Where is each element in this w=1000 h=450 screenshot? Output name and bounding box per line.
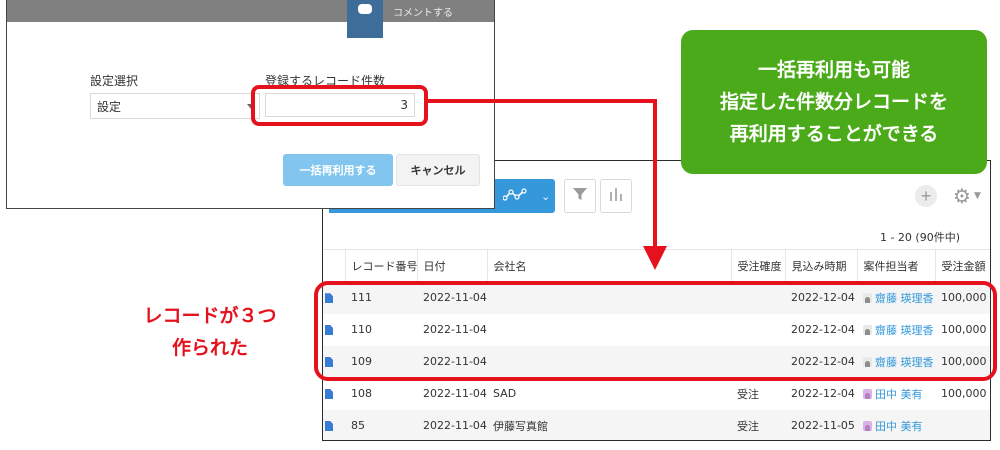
note-line: レコードが３つ [143,305,277,327]
cell-owner: 田中 美有 [857,409,935,440]
cell-probability: 受注 [737,387,759,401]
avatar [863,420,872,431]
cell-record-number: 85 [345,409,417,440]
note-line: 作られた [171,337,248,359]
cell-expected: 2022-12-04 [791,387,855,400]
gear-icon: ⚙ [953,184,971,208]
input-highlight-box [251,85,428,126]
header-record-number[interactable]: レコード番号 [344,249,417,282]
owner-link[interactable]: 田中 美有 [875,418,923,434]
cell-amount [935,409,990,440]
table-row[interactable]: 85 2022-11-04 伊藤写真館 受注 2022-11-05 田中 美有 [323,409,990,440]
settings-select[interactable]: 設定 [90,93,260,119]
header-company[interactable]: 会社名 [486,249,731,282]
table-row[interactable]: 108 2022-11-04 SAD 受注 2022-12-04 田中 美有 1… [323,378,990,410]
avatar [863,388,872,399]
chevron-down-icon: ⌄ [541,189,551,203]
red-note: レコードが３つ 作られた [120,300,300,364]
callout-line: 指定した件数分レコードを [719,91,948,113]
settings-button[interactable]: ⚙ ▼ [953,183,981,209]
cell-date: 2022-11-04 [423,387,487,400]
settings-select-label: 設定選択 [90,74,139,88]
cell-record-number: 108 [351,387,372,400]
table-header-row: レコード番号 日付 会社名 受注確度 見込み時期 案件担当者 受注金額 [323,249,990,282]
owner-link[interactable]: 田中 美有 [875,386,923,402]
bulk-reuse-button[interactable]: 一括再利用する [283,154,393,186]
cell-company[interactable]: SAD [487,378,731,410]
graph-icon [502,187,529,206]
chevron-down-icon: ▼ [973,191,981,201]
cancel-button[interactable]: キャンセル [396,154,480,186]
cell-probability: 受注 [731,409,785,440]
comment-label: コメントする [393,8,453,19]
header-expected[interactable]: 見込み時期 [784,249,857,282]
header-icon-col [323,249,345,282]
pagination-info: 1 - 20 (90件中) [879,231,960,244]
comment-icon[interactable] [347,0,383,38]
chart-button[interactable] [600,179,632,213]
header-amount[interactable]: 受注金額 [934,249,990,282]
cell-date: 2022-11-04 [417,409,487,440]
settings-select-value: 設定 [97,99,122,114]
callout-line: 再利用することができる [729,123,939,145]
rows-highlight-box [314,281,997,381]
plus-icon: + [920,186,932,206]
cell-amount: 100,000 [941,387,987,400]
header-date[interactable]: 日付 [416,249,487,282]
add-record-button[interactable]: + [915,185,937,207]
cell-expected: 2022-11-05 [785,409,857,440]
filter-button[interactable] [564,179,596,213]
header-owner[interactable]: 案件担当者 [856,249,935,282]
record-detail-icon[interactable] [325,389,333,399]
callout-line: 一括再利用も可能 [757,59,910,81]
cell-company[interactable]: 伊藤写真館 [487,409,731,440]
cell-owner: 田中 美有 [857,378,935,410]
record-detail-icon[interactable] [325,421,333,431]
bar-chart-icon [609,186,623,206]
header-probability[interactable]: 受注確度 [730,249,785,282]
graph-view-button[interactable]: ⌄ [493,179,555,213]
green-callout: 一括再利用も可能 指定した件数分レコードを 再利用することができる [681,30,987,174]
filter-icon [572,186,588,206]
